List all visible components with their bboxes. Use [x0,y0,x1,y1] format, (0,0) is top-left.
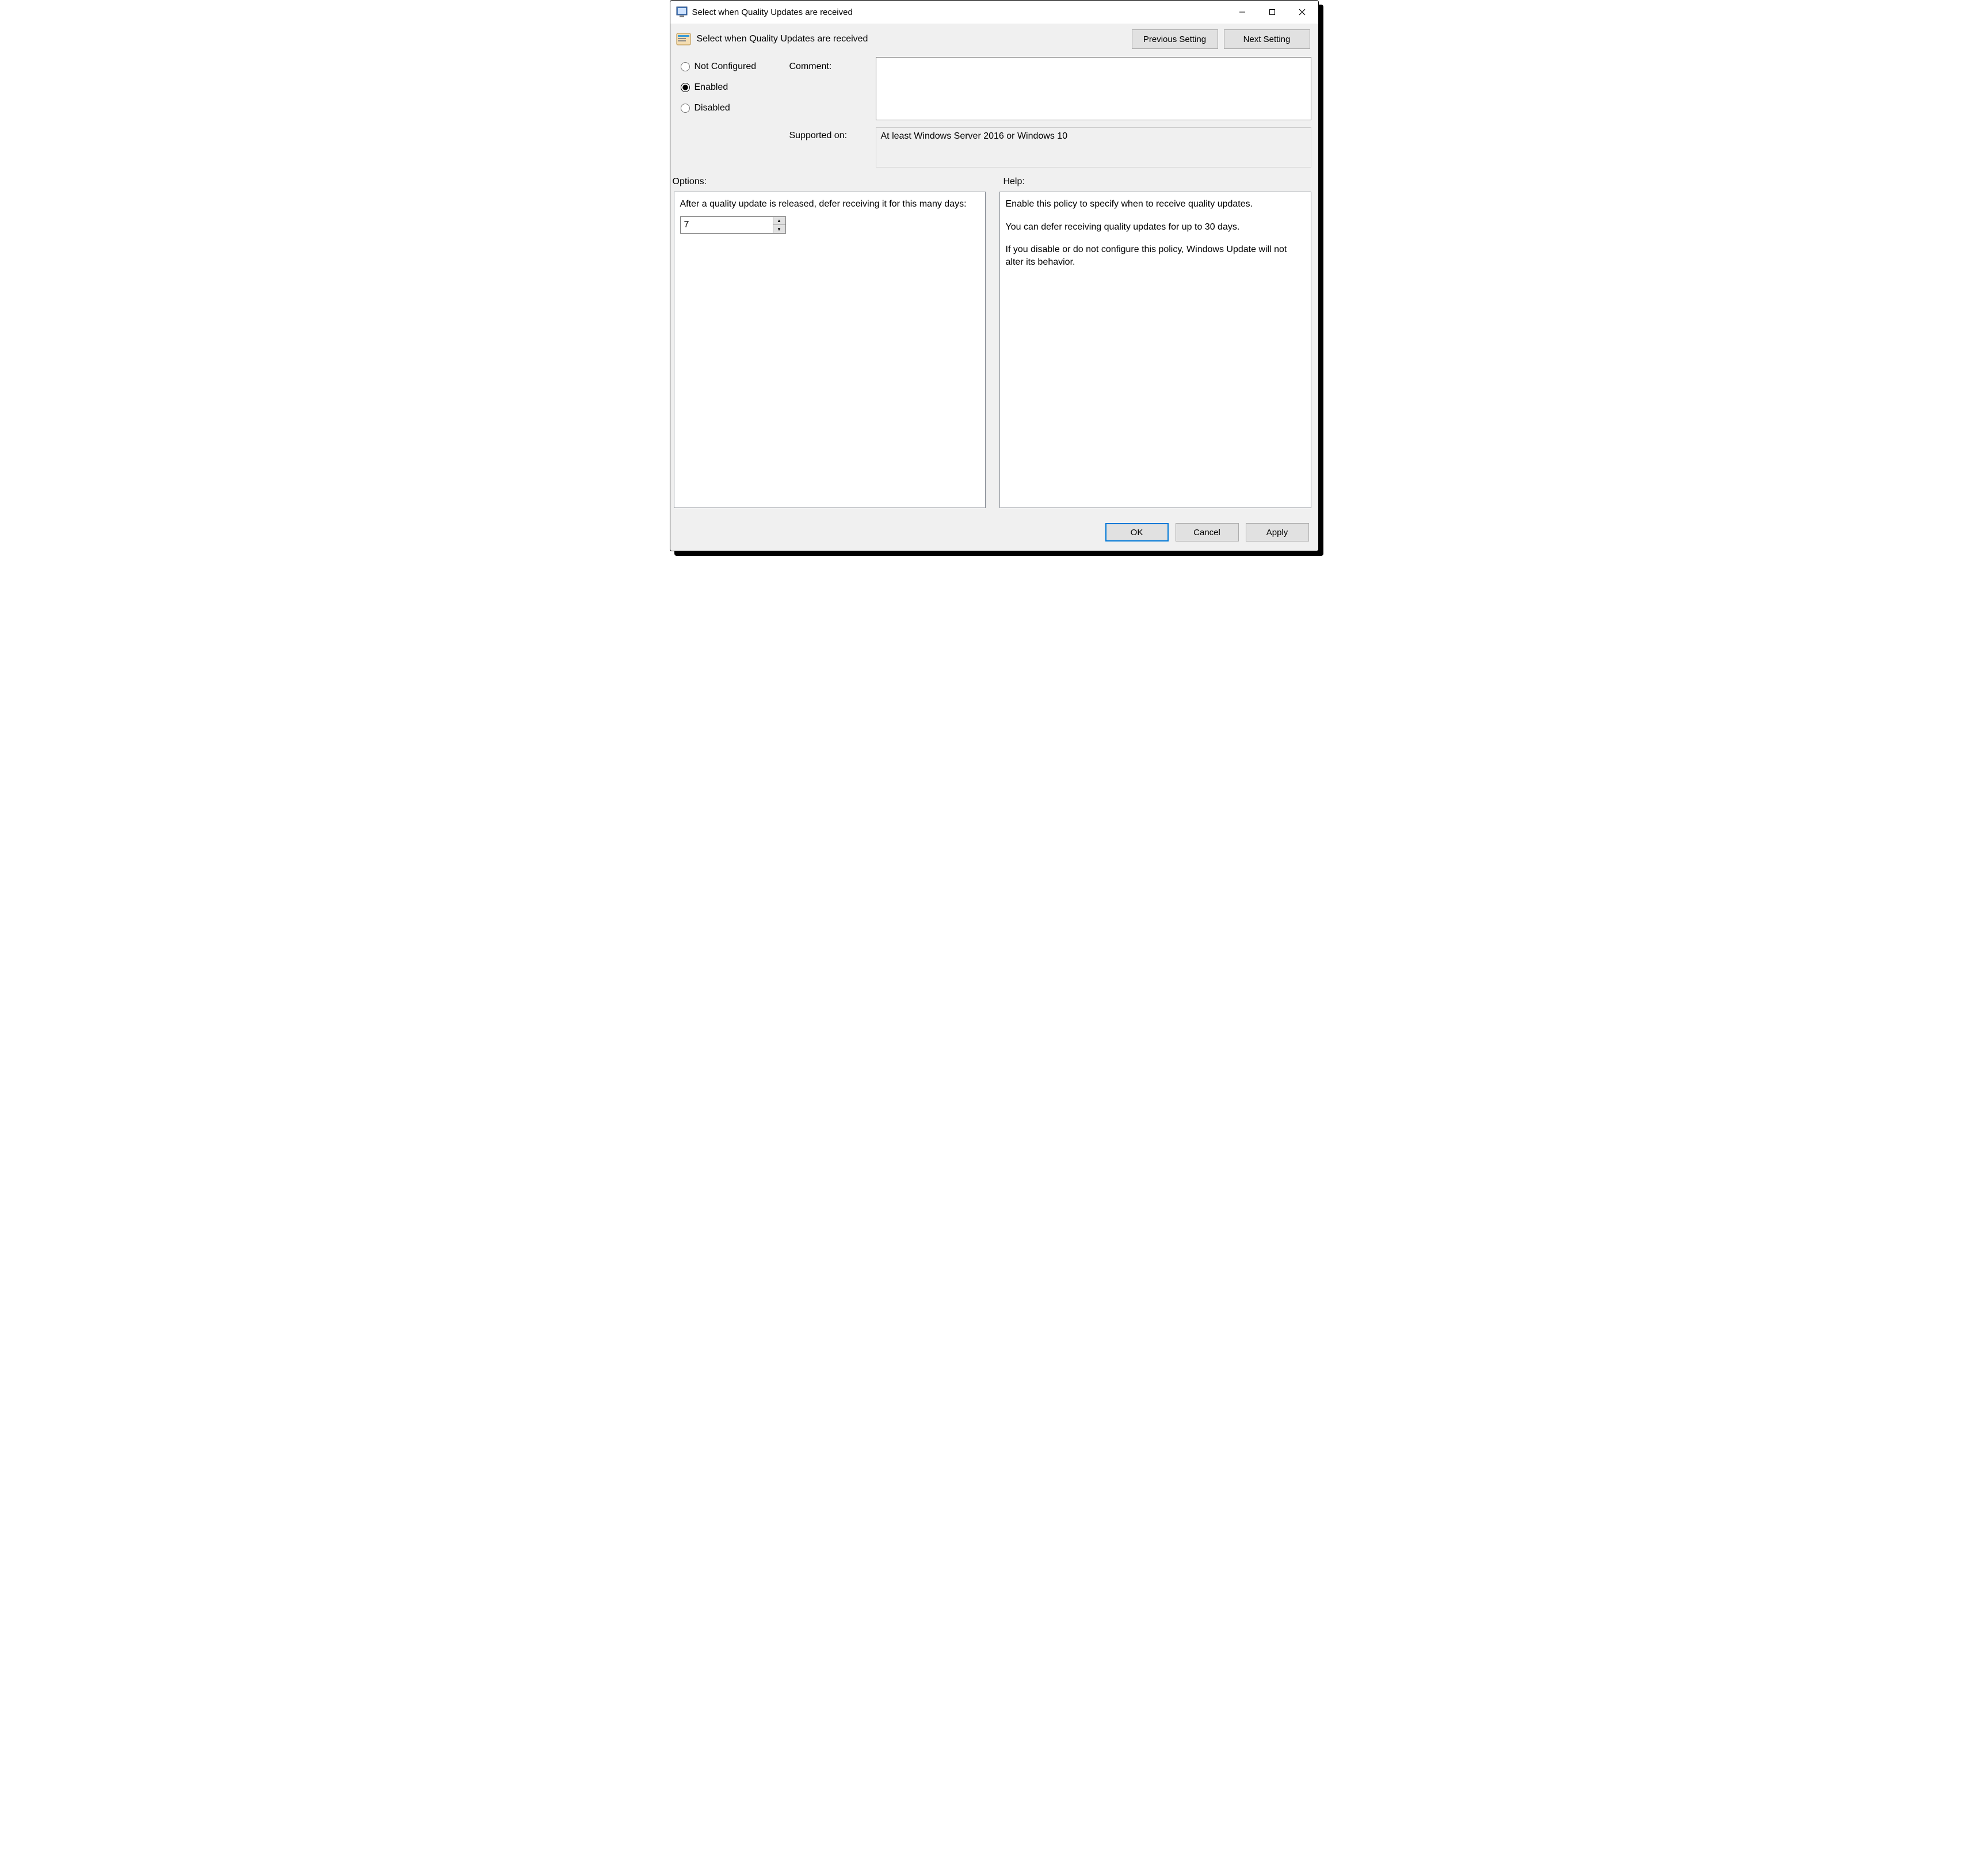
help-paragraph-2: You can defer receiving quality updates … [1006,221,1303,234]
spinner-down-button[interactable]: ▼ [773,225,785,233]
options-pane: After a quality update is released, defe… [674,192,986,508]
spinner-buttons: ▲ ▼ [773,217,785,233]
ok-button[interactable]: OK [1105,523,1169,541]
dialog-footer: OK Cancel Apply [670,516,1318,551]
titlebar: Select when Quality Updates are received [670,1,1318,24]
window-title: Select when Quality Updates are received [692,7,1227,17]
client-area: Select when Quality Updates are received… [670,24,1318,551]
help-paragraph-1: Enable this policy to specify when to re… [1006,198,1303,211]
apply-button[interactable]: Apply [1246,523,1309,541]
cancel-button[interactable]: Cancel [1176,523,1239,541]
options-label: Options: [673,177,987,187]
radio-disabled-label: Disabled [695,103,730,113]
next-setting-button[interactable]: Next Setting [1224,29,1310,49]
defer-days-input[interactable] [681,217,773,233]
policy-header: Select when Quality Updates are received… [670,24,1318,57]
state-radio-group: Not Configured Enabled Disabled [677,57,789,113]
comment-label: Comment: [789,57,876,72]
policy-meta: Not Configured Enabled Disabled Comment:… [670,57,1318,167]
supported-on-text [876,127,1311,167]
radio-enabled-label: Enabled [695,82,728,93]
panes: After a quality update is released, defe… [670,192,1318,516]
help-label: Help: [1001,177,1315,187]
minimize-button[interactable] [1227,2,1257,22]
radio-not-configured-label: Not Configured [695,62,757,72]
radio-disabled-input[interactable] [681,104,690,113]
spinner-up-button[interactable]: ▲ [773,217,785,225]
policy-editor-window: Select when Quality Updates are received [670,0,1319,551]
help-paragraph-3: If you disable or do not configure this … [1006,243,1303,268]
app-icon [676,6,688,18]
radio-disabled[interactable]: Disabled [681,103,789,113]
defer-days-spinner[interactable]: ▲ ▼ [680,216,786,234]
close-button[interactable] [1287,2,1317,22]
comment-textarea[interactable] [876,57,1311,120]
maximize-button[interactable] [1257,2,1287,22]
policy-icon [676,32,691,47]
window-controls [1227,2,1317,22]
policy-title: Select when Quality Updates are received [697,34,1132,44]
radio-enabled-input[interactable] [681,83,690,92]
radio-not-configured[interactable]: Not Configured [681,62,789,72]
radio-enabled[interactable]: Enabled [681,82,789,93]
supported-on-label: Supported on: [789,120,876,141]
defer-days-label: After a quality update is released, defe… [680,198,979,211]
radio-not-configured-input[interactable] [681,62,690,71]
help-pane: Enable this policy to specify when to re… [999,192,1311,508]
section-labels: Options: Help: [670,167,1318,192]
previous-setting-button[interactable]: Previous Setting [1132,29,1218,49]
